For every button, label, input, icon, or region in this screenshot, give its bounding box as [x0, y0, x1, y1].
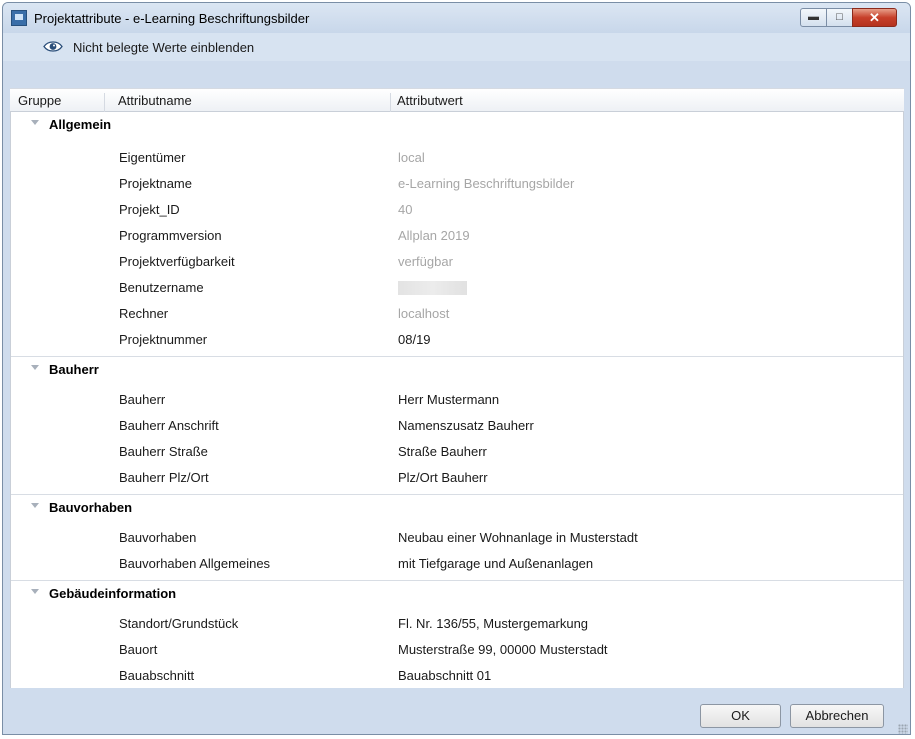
group-row-allgemein[interactable]: Allgemein [11, 112, 903, 138]
attribute-name: Projektname [119, 176, 192, 191]
attribute-value[interactable]: Plz/Ort Bauherr [398, 470, 488, 485]
group-label: Bauherr [49, 362, 99, 377]
column-header-attribute-value[interactable]: Attributwert [397, 93, 463, 108]
minimize-button[interactable]: ▬ [800, 8, 827, 27]
attribute-value[interactable]: Bauabschnitt 01 [398, 668, 491, 683]
maximize-icon: □ [836, 11, 843, 23]
attribute-list: Allgemein Eigentümer local Projektname e… [10, 112, 904, 688]
attribute-row[interactable]: Bauherr Plz/Ort Plz/Ort Bauherr [11, 465, 903, 491]
attribute-name: Bauherr Anschrift [119, 418, 219, 433]
attribute-name: Projektverfügbarkeit [119, 254, 235, 269]
attribute-value[interactable]: Allplan 2019 [398, 228, 470, 243]
redacted-value[interactable] [398, 281, 467, 295]
attribute-name: Bauvorhaben Allgemeines [119, 556, 271, 571]
dialog-footer: OK Abbrechen [3, 693, 910, 734]
resize-grip-icon[interactable] [898, 724, 908, 734]
attribute-row[interactable]: Bauherr Herr Mustermann [11, 387, 903, 413]
collapse-arrow-icon[interactable] [31, 503, 39, 508]
attribute-name: Bauherr [119, 392, 166, 407]
attribute-row[interactable]: Programmversion Allplan 2019 [11, 223, 903, 249]
attribute-value[interactable]: Neubau einer Wohnanlage in Musterstadt [398, 530, 638, 545]
eye-icon[interactable] [43, 40, 63, 53]
attribute-name: Bauherr Plz/Ort [119, 470, 209, 485]
show-empty-values-button[interactable]: Nicht belegte Werte einblenden [73, 40, 254, 55]
attribute-value[interactable]: Fl. Nr. 136/55, Mustergemarkung [398, 616, 588, 631]
attribute-row[interactable]: Projektnummer 08/19 [11, 327, 903, 353]
group-label: Gebäudeinformation [49, 586, 177, 601]
attribute-name: Rechner [119, 306, 169, 321]
column-header: Gruppe Attributname Attributwert [10, 88, 904, 115]
attribute-value[interactable]: e-Learning Beschriftungsbilder [398, 176, 574, 191]
attribute-value[interactable]: Namenszusatz Bauherr [398, 418, 534, 433]
collapse-arrow-icon[interactable] [31, 589, 39, 594]
attribute-row[interactable]: Projektname e-Learning Beschriftungsbild… [11, 171, 903, 197]
collapse-arrow-icon[interactable] [31, 120, 39, 125]
attribute-value[interactable]: mit Tiefgarage und Außenanlagen [398, 556, 593, 571]
maximize-button[interactable]: □ [826, 8, 853, 27]
column-header-group[interactable]: Gruppe [18, 93, 61, 108]
attribute-value[interactable]: local [398, 150, 425, 165]
attribute-row[interactable]: Projekt_ID 40 [11, 197, 903, 223]
column-header-attribute-name[interactable]: Attributname [118, 93, 192, 108]
collapse-arrow-icon[interactable] [31, 365, 39, 370]
title-bar[interactable]: Projektattribute - e-Learning Beschriftu… [3, 3, 910, 33]
attribute-name: Bauabschnitt [119, 668, 195, 683]
attribute-name: Bauherr Straße [119, 444, 208, 459]
group-label: Allgemein [49, 117, 112, 132]
attribute-value[interactable]: 08/19 [398, 332, 431, 347]
attribute-row[interactable]: Benutzername [11, 275, 903, 301]
attribute-row[interactable]: Standort/Grundstück Fl. Nr. 136/55, Must… [11, 611, 903, 637]
dialog-window: Projektattribute - e-Learning Beschriftu… [2, 2, 911, 735]
ok-button[interactable]: OK [700, 704, 781, 728]
attribute-row[interactable]: Bauvorhaben Allgemeines mit Tiefgarage u… [11, 551, 903, 577]
group-row-bauvorhaben[interactable]: Bauvorhaben [11, 494, 903, 520]
attribute-row[interactable]: Rechner localhost [11, 301, 903, 327]
attribute-name: Projekt_ID [119, 202, 180, 217]
attribute-value[interactable]: Musterstraße 99, 00000 Musterstadt [398, 642, 608, 657]
attribute-value[interactable]: 40 [398, 202, 412, 217]
attribute-name: Eigentümer [119, 150, 186, 165]
attribute-name: Programmversion [119, 228, 222, 243]
attribute-row[interactable]: Bauabschnitt Bauabschnitt 01 [11, 663, 903, 688]
attribute-row[interactable]: Projektverfügbarkeit verfügbar [11, 249, 903, 275]
attribute-row[interactable]: Bauort Musterstraße 99, 00000 Musterstad… [11, 637, 903, 663]
group-row-bauherr[interactable]: Bauherr [11, 356, 903, 382]
attribute-row[interactable]: Eigentümer local [11, 145, 903, 171]
attribute-value[interactable]: localhost [398, 306, 449, 321]
attribute-name: Bauvorhaben [119, 530, 197, 545]
attribute-value[interactable]: Herr Mustermann [398, 392, 499, 407]
minimize-icon: ▬ [808, 11, 819, 23]
window-title: Projektattribute - e-Learning Beschriftu… [34, 11, 310, 26]
close-button[interactable]: ✕ [852, 8, 897, 27]
attribute-row[interactable]: Bauherr Anschrift Namenszusatz Bauherr [11, 413, 903, 439]
attribute-row[interactable]: Bauherr Straße Straße Bauherr [11, 439, 903, 465]
attribute-name: Standort/Grundstück [119, 616, 239, 631]
attribute-value[interactable]: verfügbar [398, 254, 453, 269]
attribute-value[interactable]: Straße Bauherr [398, 444, 487, 459]
attribute-row[interactable]: Bauvorhaben Neubau einer Wohnanlage in M… [11, 525, 903, 551]
group-label: Bauvorhaben [49, 500, 133, 515]
attribute-name: Bauort [119, 642, 158, 657]
app-icon [11, 10, 27, 26]
attribute-name: Benutzername [119, 280, 204, 295]
close-icon: ✕ [869, 10, 880, 25]
toolbar: Nicht belegte Werte einblenden [3, 33, 910, 61]
group-row-gebaeudeinformation[interactable]: Gebäudeinformation [11, 580, 903, 606]
cancel-button[interactable]: Abbrechen [790, 704, 884, 728]
attribute-name: Projektnummer [119, 332, 208, 347]
